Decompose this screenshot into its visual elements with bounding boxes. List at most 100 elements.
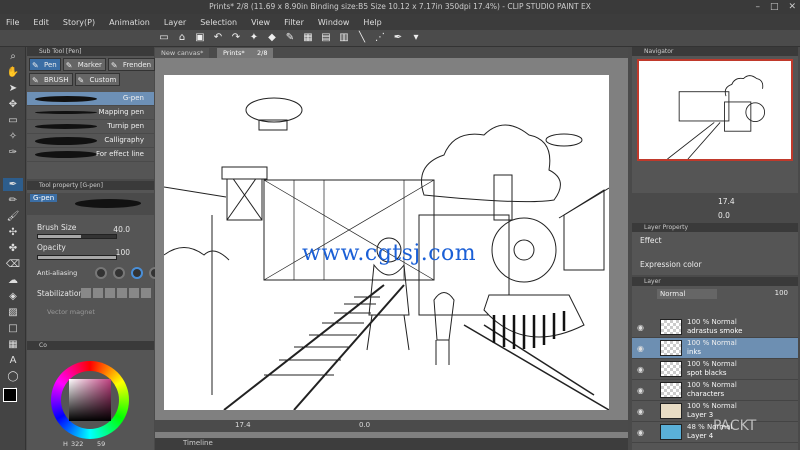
clear-icon[interactable]: ✦ bbox=[248, 32, 260, 44]
eye-icon[interactable]: ◉ bbox=[637, 365, 644, 374]
menu-help[interactable]: Help bbox=[363, 18, 381, 27]
blend-mode-select[interactable]: Normal bbox=[657, 289, 717, 299]
open-folder-icon[interactable]: ⌂ bbox=[176, 32, 188, 44]
menu-file[interactable]: File bbox=[6, 18, 19, 27]
menu-animation[interactable]: Animation bbox=[109, 18, 150, 27]
redo-icon[interactable]: ↷ bbox=[230, 32, 242, 44]
navigator-angle-value[interactable]: 0.0 bbox=[718, 211, 730, 220]
sub-tab-frenden[interactable]: Frenden bbox=[107, 58, 156, 72]
snap-special-icon[interactable]: ✒ bbox=[392, 32, 404, 44]
brush-item[interactable]: Mapping pen bbox=[27, 106, 154, 120]
save-icon[interactable]: ▣ bbox=[194, 32, 206, 44]
deselect-icon[interactable]: ▦ bbox=[302, 32, 314, 44]
decoration-tool-icon[interactable]: ✤ bbox=[3, 242, 23, 255]
brush-size-value[interactable]: 40.0 bbox=[113, 225, 130, 234]
zoom-tool-icon[interactable]: ⌕ bbox=[3, 50, 23, 63]
eye-icon[interactable]: ◉ bbox=[637, 428, 644, 437]
menu-filter[interactable]: Filter bbox=[284, 18, 304, 27]
sub-tab-brush[interactable]: BRUSH bbox=[29, 73, 73, 87]
crop-icon[interactable]: ▥ bbox=[338, 32, 350, 44]
eraser-tool-icon[interactable]: ⌫ bbox=[3, 258, 23, 271]
antialias-none-option[interactable] bbox=[95, 267, 107, 279]
figure-tool-icon[interactable]: □ bbox=[3, 322, 23, 335]
tab-prints[interactable]: Prints* bbox=[217, 48, 251, 58]
layer-opacity-value[interactable]: 100 bbox=[775, 289, 788, 297]
new-file-icon[interactable]: ▭ bbox=[158, 32, 170, 44]
sub-tab-pen[interactable]: Pen bbox=[29, 58, 61, 72]
blend-tool-icon[interactable]: ☁ bbox=[3, 274, 23, 287]
move-tool-icon[interactable]: ✋ bbox=[3, 66, 23, 79]
brush-size-slider[interactable] bbox=[37, 234, 117, 239]
navigator-zoom-value[interactable]: 17.4 bbox=[718, 197, 735, 206]
opacity-value[interactable]: 100 bbox=[116, 248, 130, 257]
tool-property-panel: Tool property [G-pen] G-pen Brush Size 4… bbox=[27, 181, 161, 353]
canvas-angle-value[interactable]: 0.0 bbox=[359, 421, 370, 429]
operation-tool-icon[interactable]: ➤ bbox=[3, 82, 23, 95]
layer-thumbnail bbox=[660, 319, 682, 335]
brush-item[interactable]: For effect line bbox=[27, 148, 154, 162]
brush-name: For effect line bbox=[95, 150, 144, 158]
drawing-canvas[interactable]: www.cgtsj.com bbox=[164, 75, 609, 410]
layer-row[interactable]: ◉ 100 % Normal adrastus smoke bbox=[632, 317, 798, 338]
navigator-preview[interactable] bbox=[637, 59, 793, 161]
sub-tool-panel: Sub Tool [Pen] Pen Marker Frenden BRUSH … bbox=[27, 47, 156, 179]
fill-icon[interactable]: ◆ bbox=[266, 32, 278, 44]
eye-icon[interactable]: ◉ bbox=[637, 407, 644, 416]
brush-tool-icon[interactable]: 🖌 bbox=[3, 210, 23, 223]
eyedropper-icon[interactable]: ✑ bbox=[3, 146, 23, 159]
maximize-icon[interactable]: □ bbox=[770, 0, 779, 14]
sub-tab-marker[interactable]: Marker bbox=[62, 58, 106, 72]
snap-ruler-icon[interactable]: ╲ bbox=[356, 32, 368, 44]
color-wheel[interactable] bbox=[51, 361, 129, 439]
tab-page[interactable]: 2/8 bbox=[251, 48, 274, 58]
brush-item[interactable]: G-pen bbox=[27, 92, 154, 106]
eye-icon[interactable]: ◉ bbox=[637, 344, 644, 353]
layer-row[interactable]: ◉ 100 % Normal characters bbox=[632, 380, 798, 401]
layer-row[interactable]: ◉ 100 % Normal inks bbox=[632, 338, 798, 359]
settings-menu-icon[interactable]: ▾ bbox=[410, 32, 422, 44]
sub-tab-custom[interactable]: Custom bbox=[74, 73, 121, 87]
brush-item[interactable]: Turnip pen bbox=[27, 120, 154, 134]
eye-icon[interactable]: ◉ bbox=[637, 386, 644, 395]
eye-icon[interactable]: ◉ bbox=[637, 323, 644, 332]
pencil-tool-icon[interactable]: ✏ bbox=[3, 194, 23, 207]
menu-window[interactable]: Window bbox=[318, 18, 350, 27]
layer-name: Layer 3 bbox=[687, 411, 714, 419]
transform-icon[interactable]: ✎ bbox=[284, 32, 296, 44]
selection-tool-icon[interactable]: ▭ bbox=[3, 114, 23, 127]
menu-edit[interactable]: Edit bbox=[33, 18, 49, 27]
antialias-medium-option[interactable] bbox=[131, 267, 143, 279]
command-bar: ▭ ⌂ ▣ ↶ ↷ ✦ ◆ ✎ ▦ ▤ ▥ ╲ ⋰ ✒ ▾ bbox=[0, 30, 800, 47]
stabilization-level[interactable] bbox=[81, 288, 151, 298]
brush-name: Turnip pen bbox=[107, 122, 144, 130]
text-tool-icon[interactable]: A bbox=[3, 354, 23, 367]
snap-grid-icon[interactable]: ⋰ bbox=[374, 32, 386, 44]
balloon-tool-icon[interactable]: ◯ bbox=[3, 370, 23, 383]
airbrush-tool-icon[interactable]: ✣ bbox=[3, 226, 23, 239]
canvas-zoom-value[interactable]: 17.4 bbox=[235, 421, 251, 429]
fill-tool-icon[interactable]: ◈ bbox=[3, 290, 23, 303]
brush-item[interactable]: Calligraphy bbox=[27, 134, 154, 148]
pen-tool-icon[interactable]: ✒ bbox=[3, 178, 23, 191]
tab-new-canvas[interactable]: New canvas* bbox=[155, 48, 210, 58]
layer-row[interactable]: ◉ 100 % Normal spot blacks bbox=[632, 359, 798, 380]
timeline-bar[interactable]: Timeline bbox=[155, 438, 628, 450]
menu-view[interactable]: View bbox=[251, 18, 270, 27]
saturation-value[interactable]: 59 bbox=[97, 440, 105, 448]
saturation-value-square[interactable] bbox=[69, 379, 111, 421]
menu-layer[interactable]: Layer bbox=[164, 18, 186, 27]
invert-icon[interactable]: ▤ bbox=[320, 32, 332, 44]
frame-tool-icon[interactable]: ▦ bbox=[3, 338, 23, 351]
menu-story[interactable]: Story(P) bbox=[63, 18, 95, 27]
gradient-tool-icon[interactable]: ▨ bbox=[3, 306, 23, 319]
antialias-weak-option[interactable] bbox=[113, 267, 125, 279]
minimize-icon[interactable]: – bbox=[755, 0, 760, 14]
hue-value[interactable]: 322 bbox=[71, 440, 83, 448]
auto-select-icon[interactable]: ✧ bbox=[3, 130, 23, 143]
menu-selection[interactable]: Selection bbox=[200, 18, 237, 27]
close-icon[interactable]: ✕ bbox=[788, 0, 796, 14]
opacity-slider[interactable] bbox=[37, 255, 117, 260]
layer-move-icon[interactable]: ✥ bbox=[3, 98, 23, 111]
foreground-color-swatch[interactable] bbox=[3, 388, 17, 402]
undo-icon[interactable]: ↶ bbox=[212, 32, 224, 44]
